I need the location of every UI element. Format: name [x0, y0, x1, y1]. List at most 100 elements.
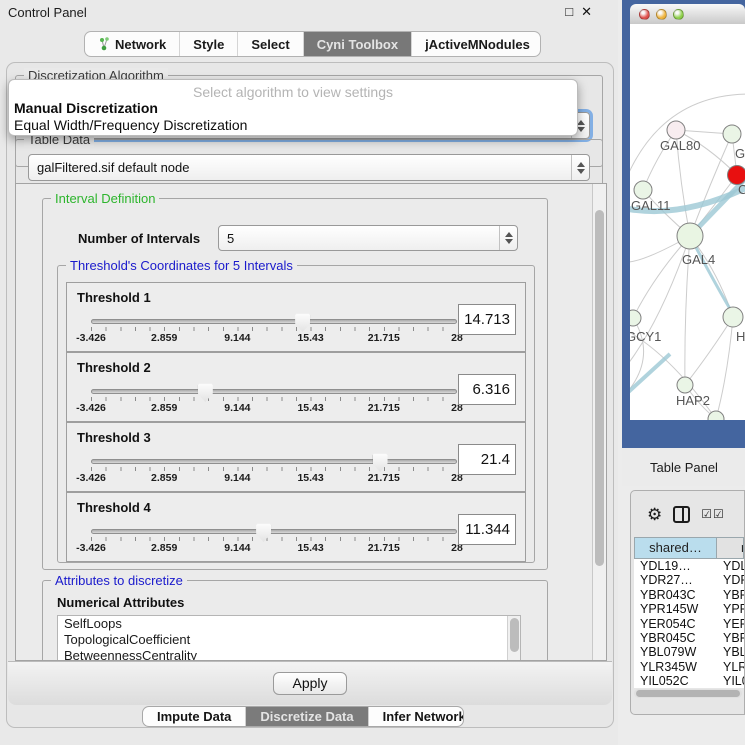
tab-discretize-data[interactable]: Discretize Data	[246, 707, 368, 726]
tab-infer-network[interactable]: Infer Network	[369, 707, 464, 726]
table-cell: YDL1	[717, 559, 744, 573]
number-of-intervals-value: 5	[219, 231, 499, 246]
tick-label: -3.426	[76, 332, 106, 344]
number-of-intervals-select[interactable]: 5	[218, 225, 518, 251]
control-panel-tabbar: NetworkStyleSelectCyni ToolboxjActiveMNo…	[84, 31, 541, 57]
threshold-label: Threshold 4	[77, 500, 151, 515]
slider-track[interactable]	[91, 459, 457, 464]
slider-ticks	[91, 467, 457, 471]
algorithm-dropdown-options: Manual DiscretizationEqual Width/Frequen…	[9, 100, 577, 134]
attributes-list-scrollbar[interactable]	[507, 616, 520, 660]
slider-ticks	[91, 327, 457, 331]
tab-jactivemnodules[interactable]: jActiveMNodules	[412, 32, 541, 56]
control-panel-title: Control Panel	[8, 5, 87, 20]
gear-icon[interactable]: ⚙	[647, 506, 662, 523]
dropdown-option[interactable]: Manual Discretization	[9, 100, 577, 117]
table-row[interactable]: YIL052CYIL0	[634, 674, 744, 688]
network-edge[interactable]	[630, 354, 670, 396]
network-node-gal4[interactable]	[677, 223, 703, 249]
threshold-slider[interactable]: -3.4262.8599.14415.4321.71528	[91, 459, 457, 485]
attributes-group: Attributes to discretize Numerical Attri…	[42, 580, 548, 661]
cyni-toolbox-panel: Discretization Algorithm Table Data galF…	[6, 62, 614, 728]
table-row[interactable]: YBR045CYBR0	[634, 631, 744, 645]
table-horizontal-scrollbar[interactable]	[634, 689, 742, 698]
mac-zoom-button[interactable]	[673, 9, 684, 20]
network-node[interactable]	[708, 411, 724, 420]
network-node-h[interactable]	[723, 307, 743, 327]
table-header-row: shared… na	[634, 537, 744, 559]
mac-close-button[interactable]	[639, 9, 650, 20]
tick-label: 9.144	[224, 542, 250, 554]
threshold-value-field[interactable]: 21.4	[458, 444, 516, 475]
table-cell: YLR3	[717, 660, 744, 674]
table-row[interactable]: YDR27…YDR2	[634, 573, 744, 587]
threshold-value-field[interactable]: 6.316	[458, 374, 516, 405]
network-edge[interactable]	[716, 317, 733, 419]
float-window-icon[interactable]: □	[565, 4, 581, 19]
numerical-attributes-label: Numerical Attributes	[57, 595, 184, 610]
tab-impute-data[interactable]: Impute Data	[143, 707, 246, 726]
settings-pane-scrollbar[interactable]	[592, 184, 606, 660]
tab-cyni-toolbox[interactable]: Cyni Toolbox	[304, 32, 412, 56]
network-edge[interactable]	[630, 236, 690, 369]
network-node-gcy1[interactable]	[630, 310, 641, 326]
attribute-list-item[interactable]: TopologicalCoefficient	[58, 632, 520, 648]
table-row[interactable]: YLR345WYLR3	[634, 660, 744, 674]
tick-label: 2.859	[151, 542, 177, 554]
attribute-list-item[interactable]: SelfLoops	[58, 616, 520, 632]
table-row[interactable]: YBL079WYBL0	[634, 645, 744, 659]
threshold-label: Threshold 1	[77, 290, 151, 305]
table-row[interactable]: YDL19…YDL1	[634, 559, 744, 573]
mac-minimize-button[interactable]	[656, 9, 667, 20]
split-columns-icon[interactable]	[673, 506, 690, 523]
network-edge[interactable]	[633, 236, 690, 318]
node-label-clipped: C	[738, 182, 745, 197]
slider-track[interactable]	[91, 389, 457, 394]
slider-track[interactable]	[91, 529, 457, 534]
threshold-slider[interactable]: -3.4262.8599.14415.4321.71528	[91, 319, 457, 345]
network-node[interactable]	[723, 125, 741, 143]
network-canvas[interactable]: GAL80GAL11GAL4GCY1HHAP2GAC	[630, 24, 745, 420]
dropdown-option[interactable]: Equal Width/Frequency Discretization	[9, 117, 577, 134]
table-cell: YER0	[717, 617, 744, 631]
table-row[interactable]: YBR043CYBR0	[634, 588, 744, 602]
tab-select[interactable]: Select	[238, 32, 303, 56]
combo-stepper-icon[interactable]	[571, 155, 589, 180]
settings-scroll-pane: Interval Definition Number of Intervals …	[15, 183, 607, 661]
network-node-gal11[interactable]	[634, 181, 652, 199]
threshold-box-2: Threshold 2-3.4262.8599.14415.4321.71528…	[66, 352, 526, 422]
interval-definition-group-title: Interval Definition	[51, 191, 159, 206]
slider-ticks	[91, 397, 457, 401]
network-window-titlebar[interactable]	[630, 4, 745, 24]
table-cell: YIL052C	[634, 674, 717, 688]
table-cell: YBL079W	[634, 645, 717, 659]
column-header-shared-name[interactable]: shared…	[634, 537, 717, 559]
threshold-slider[interactable]: -3.4262.8599.14415.4321.71528	[91, 529, 457, 555]
network-node-gal80[interactable]	[667, 121, 685, 139]
threshold-slider[interactable]: -3.4262.8599.14415.4321.71528	[91, 389, 457, 415]
threshold-value-field[interactable]: 14.713	[458, 304, 516, 335]
table-row[interactable]: YPR145WYPR1	[634, 602, 744, 616]
tick-label: -3.426	[76, 402, 106, 414]
tab-style[interactable]: Style	[180, 32, 238, 56]
table-row[interactable]: YER054CYER0	[634, 617, 744, 631]
slider-track[interactable]	[91, 319, 457, 324]
network-node-hap2[interactable]	[677, 377, 693, 393]
apply-button[interactable]: Apply	[273, 672, 347, 695]
network-view-window: GAL80GAL11GAL4GCY1HHAP2GAC	[622, 0, 745, 448]
table-cell: YER054C	[634, 617, 717, 631]
slider-tick-labels: -3.4262.8599.14415.4321.71528	[91, 332, 457, 345]
tick-label: 15.43	[297, 542, 323, 554]
checked-checkboxes-icon[interactable]: ☑☑	[701, 507, 725, 521]
network-graph[interactable]: GAL80GAL11GAL4GCY1HHAP2GAC	[630, 24, 745, 420]
attribute-list-item[interactable]: BetweennessCentrality	[58, 648, 520, 661]
tick-label: 9.144	[224, 332, 250, 344]
table-data-select[interactable]: galFiltered.sif default node	[28, 154, 590, 181]
column-header-name[interactable]: na	[717, 537, 744, 559]
numerical-attributes-list[interactable]: SelfLoopsTopologicalCoefficientBetweenne…	[57, 615, 521, 661]
tab-network[interactable]: Network	[85, 32, 180, 56]
table-cell: YLR345W	[634, 660, 717, 674]
combo-stepper-icon[interactable]	[499, 226, 517, 250]
threshold-value-field[interactable]: 11.344	[458, 514, 516, 545]
close-window-icon[interactable]: ✕	[581, 4, 600, 19]
